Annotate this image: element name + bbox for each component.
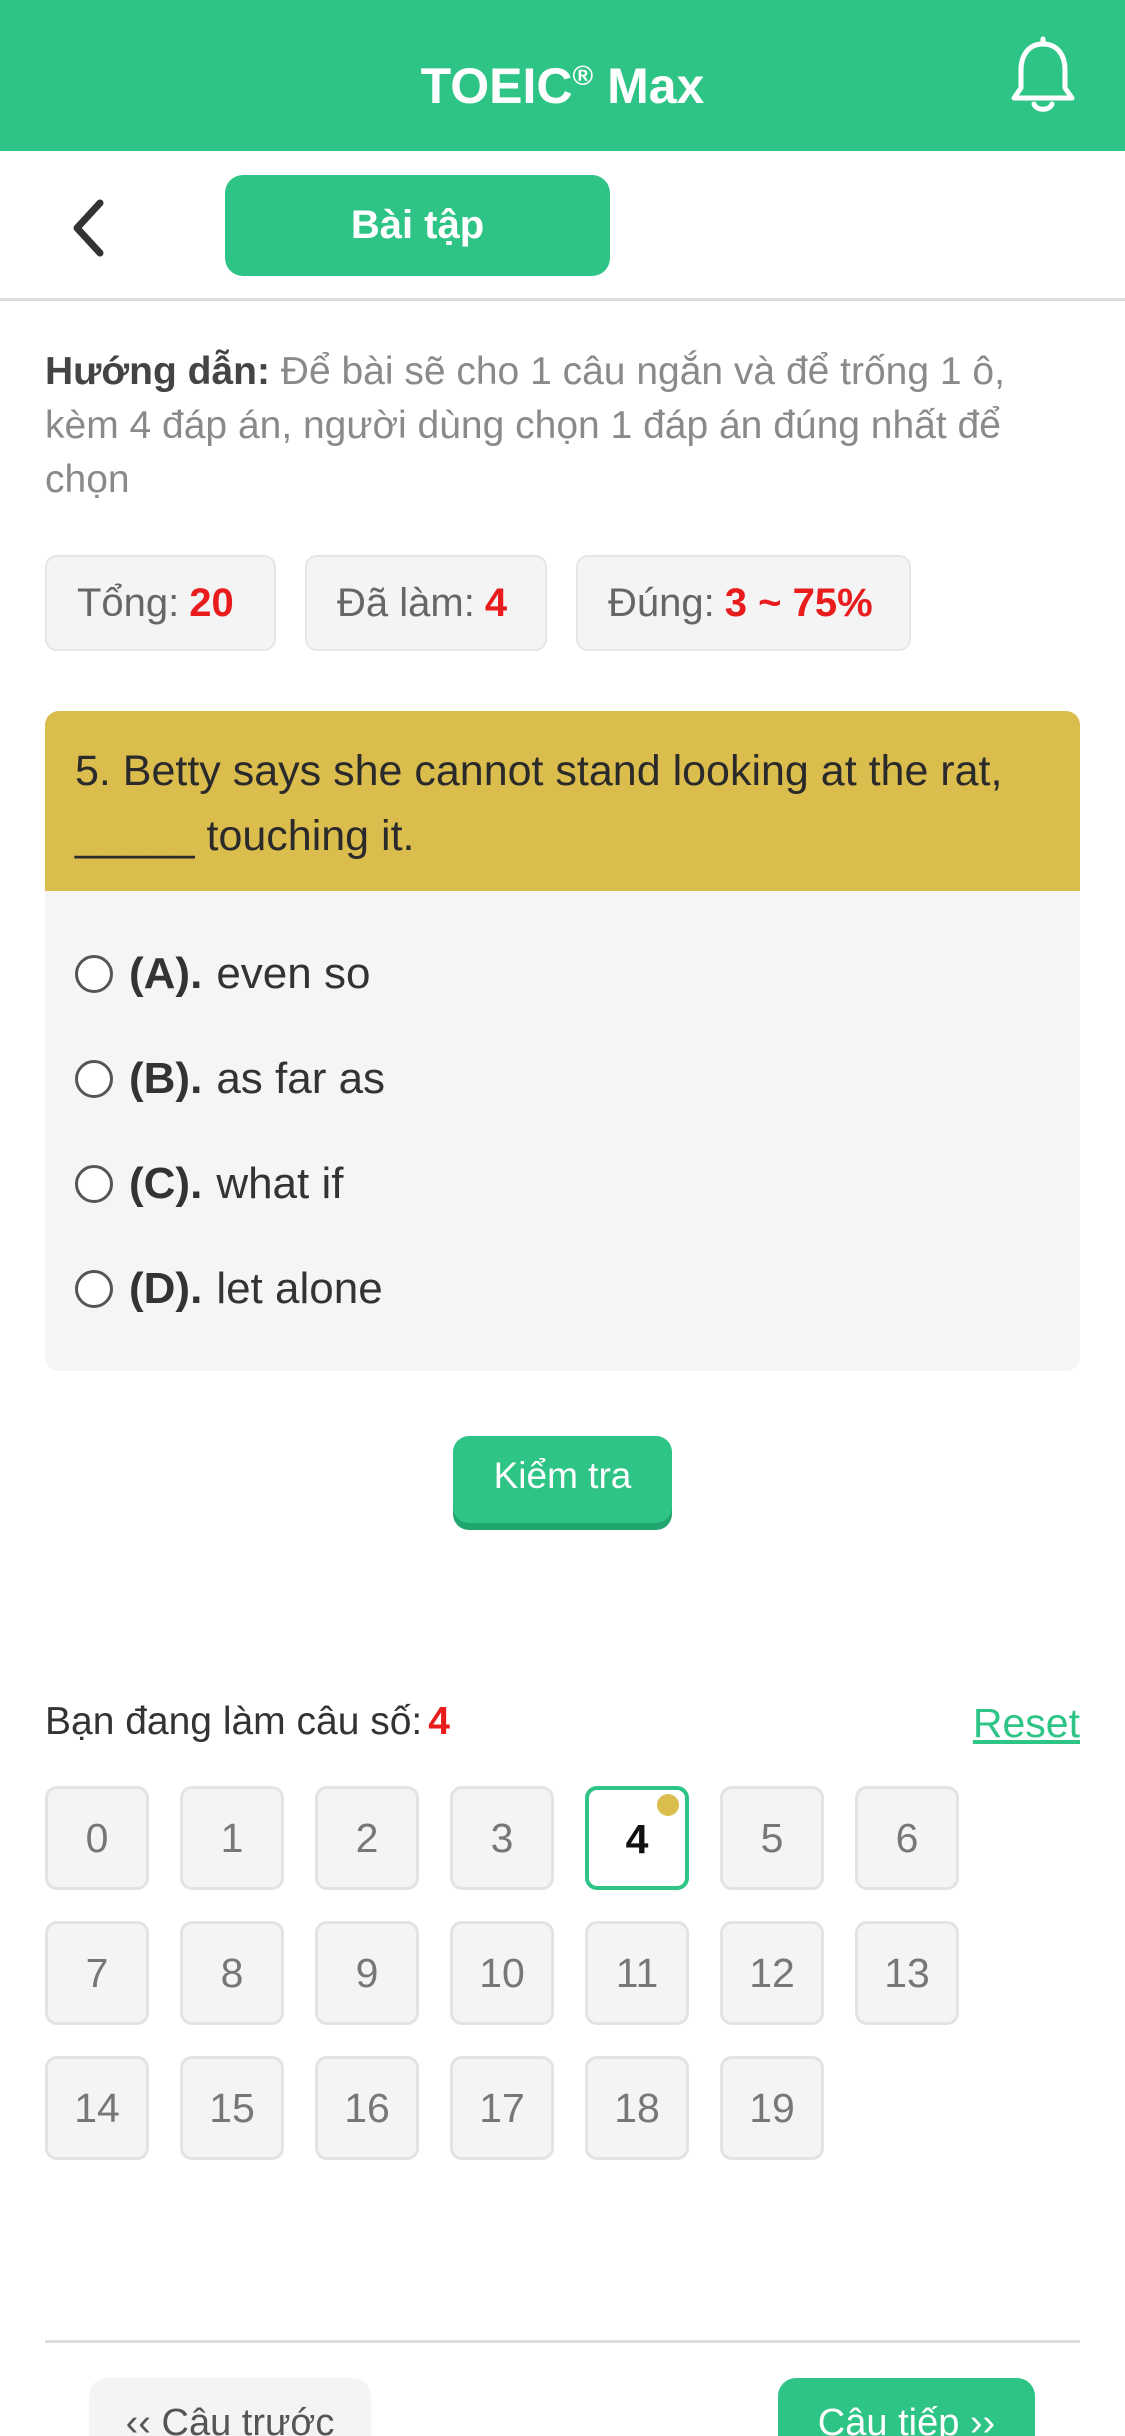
previous-question-button[interactable]: ‹‹ Câu trước xyxy=(89,2378,371,2436)
question-number-button[interactable]: 16 xyxy=(315,2056,419,2160)
question-number-button[interactable]: 11 xyxy=(585,1921,689,2025)
question-text: 5. Betty says she cannot stand looking a… xyxy=(45,711,1080,891)
tab-exercise[interactable]: Bài tập xyxy=(225,175,610,276)
question-number-button[interactable]: 7 xyxy=(45,1921,149,2025)
question-number-grid: 0 1 2 3 4 5 6 7 8 9 10 11 12 13 14 15 16 17 18 19 xyxy=(45,1786,1080,2166)
footer-divider xyxy=(45,2340,1080,2343)
current-question-text: Bạn đang làm câu số: xyxy=(45,1700,423,1743)
app-title: TOEIC® Max xyxy=(0,0,1125,151)
question-number-button[interactable]: 14 xyxy=(45,2056,149,2160)
question-number-button[interactable]: 3 xyxy=(450,1786,554,1890)
option-text: what if xyxy=(216,1159,344,1208)
instruction-text: Hướng dẫn: Để bài sẽ cho 1 câu ngắn và đ… xyxy=(45,345,1080,507)
option-key: (D). xyxy=(129,1264,203,1313)
in-progress-indicator xyxy=(657,1794,679,1816)
question-number-button[interactable]: 4 xyxy=(585,1786,689,1890)
app-title-suffix: Max xyxy=(593,58,705,114)
current-question-number: 4 xyxy=(428,1700,450,1743)
reset-link[interactable]: Reset xyxy=(973,1700,1080,1747)
question-number-button[interactable]: 19 xyxy=(720,2056,824,2160)
option-key: (A). xyxy=(129,949,203,998)
question-number-button[interactable]: 0 xyxy=(45,1786,149,1890)
radio-button[interactable] xyxy=(75,1270,113,1308)
stat-done-value: 4 xyxy=(484,581,508,625)
stat-correct-value: 3 ~ 75% xyxy=(724,581,873,625)
question-number-button[interactable]: 8 xyxy=(180,1921,284,2025)
question-number-button[interactable]: 12 xyxy=(720,1921,824,2025)
registered-mark: ® xyxy=(572,60,594,91)
question-number-button[interactable]: 13 xyxy=(855,1921,959,2025)
question-number-button[interactable]: 9 xyxy=(315,1921,419,2025)
radio-button[interactable] xyxy=(75,955,113,993)
option-text: let alone xyxy=(216,1264,383,1313)
option-key: (B). xyxy=(129,1054,203,1103)
question-number-button[interactable]: 10 xyxy=(450,1921,554,2025)
check-button[interactable]: Kiểm tra xyxy=(453,1436,672,1523)
stat-done-label: Đã làm: xyxy=(337,581,475,625)
question-number-button[interactable]: 1 xyxy=(180,1786,284,1890)
stat-correct: Đúng: 3 ~ 75% xyxy=(576,555,911,651)
radio-button[interactable] xyxy=(75,1165,113,1203)
instruction-label: Hướng dẫn: xyxy=(45,350,270,393)
question-number-button[interactable]: 15 xyxy=(180,2056,284,2160)
option-d[interactable]: (D). let alone xyxy=(75,1254,383,1324)
stat-total-label: Tổng: xyxy=(77,581,180,625)
option-key: (C). xyxy=(129,1159,203,1208)
current-question-label: Bạn đang làm câu số: 4 xyxy=(45,1700,450,1744)
question-number-button[interactable]: 18 xyxy=(585,2056,689,2160)
question-number-button[interactable]: 6 xyxy=(855,1786,959,1890)
stat-correct-label: Đúng: xyxy=(608,581,715,625)
radio-button[interactable] xyxy=(75,1060,113,1098)
option-c[interactable]: (C). what if xyxy=(75,1149,343,1219)
option-text: as far as xyxy=(216,1054,386,1103)
answer-options: (A). even so (B). as far as (C). what if… xyxy=(45,891,1080,1371)
stat-total: Tổng: 20 xyxy=(45,555,276,651)
bell-icon[interactable] xyxy=(1008,36,1078,116)
option-text: even so xyxy=(216,949,371,998)
stat-done: Đã làm: 4 xyxy=(305,555,547,651)
question-number-button[interactable]: 17 xyxy=(450,2056,554,2160)
app-header: TOEIC® Max xyxy=(0,0,1125,151)
stat-total-value: 20 xyxy=(189,581,234,625)
question-number-button[interactable]: 2 xyxy=(315,1786,419,1890)
next-question-button[interactable]: Câu tiếp ›› xyxy=(778,2378,1035,2436)
option-a[interactable]: (A). even so xyxy=(75,939,370,1009)
chevron-left-icon[interactable] xyxy=(62,193,122,263)
option-b[interactable]: (B). as far as xyxy=(75,1044,385,1114)
question-number-button[interactable]: 5 xyxy=(720,1786,824,1890)
app-title-main: TOEIC xyxy=(420,58,573,114)
sub-navigation: Bài tập xyxy=(0,151,1125,301)
